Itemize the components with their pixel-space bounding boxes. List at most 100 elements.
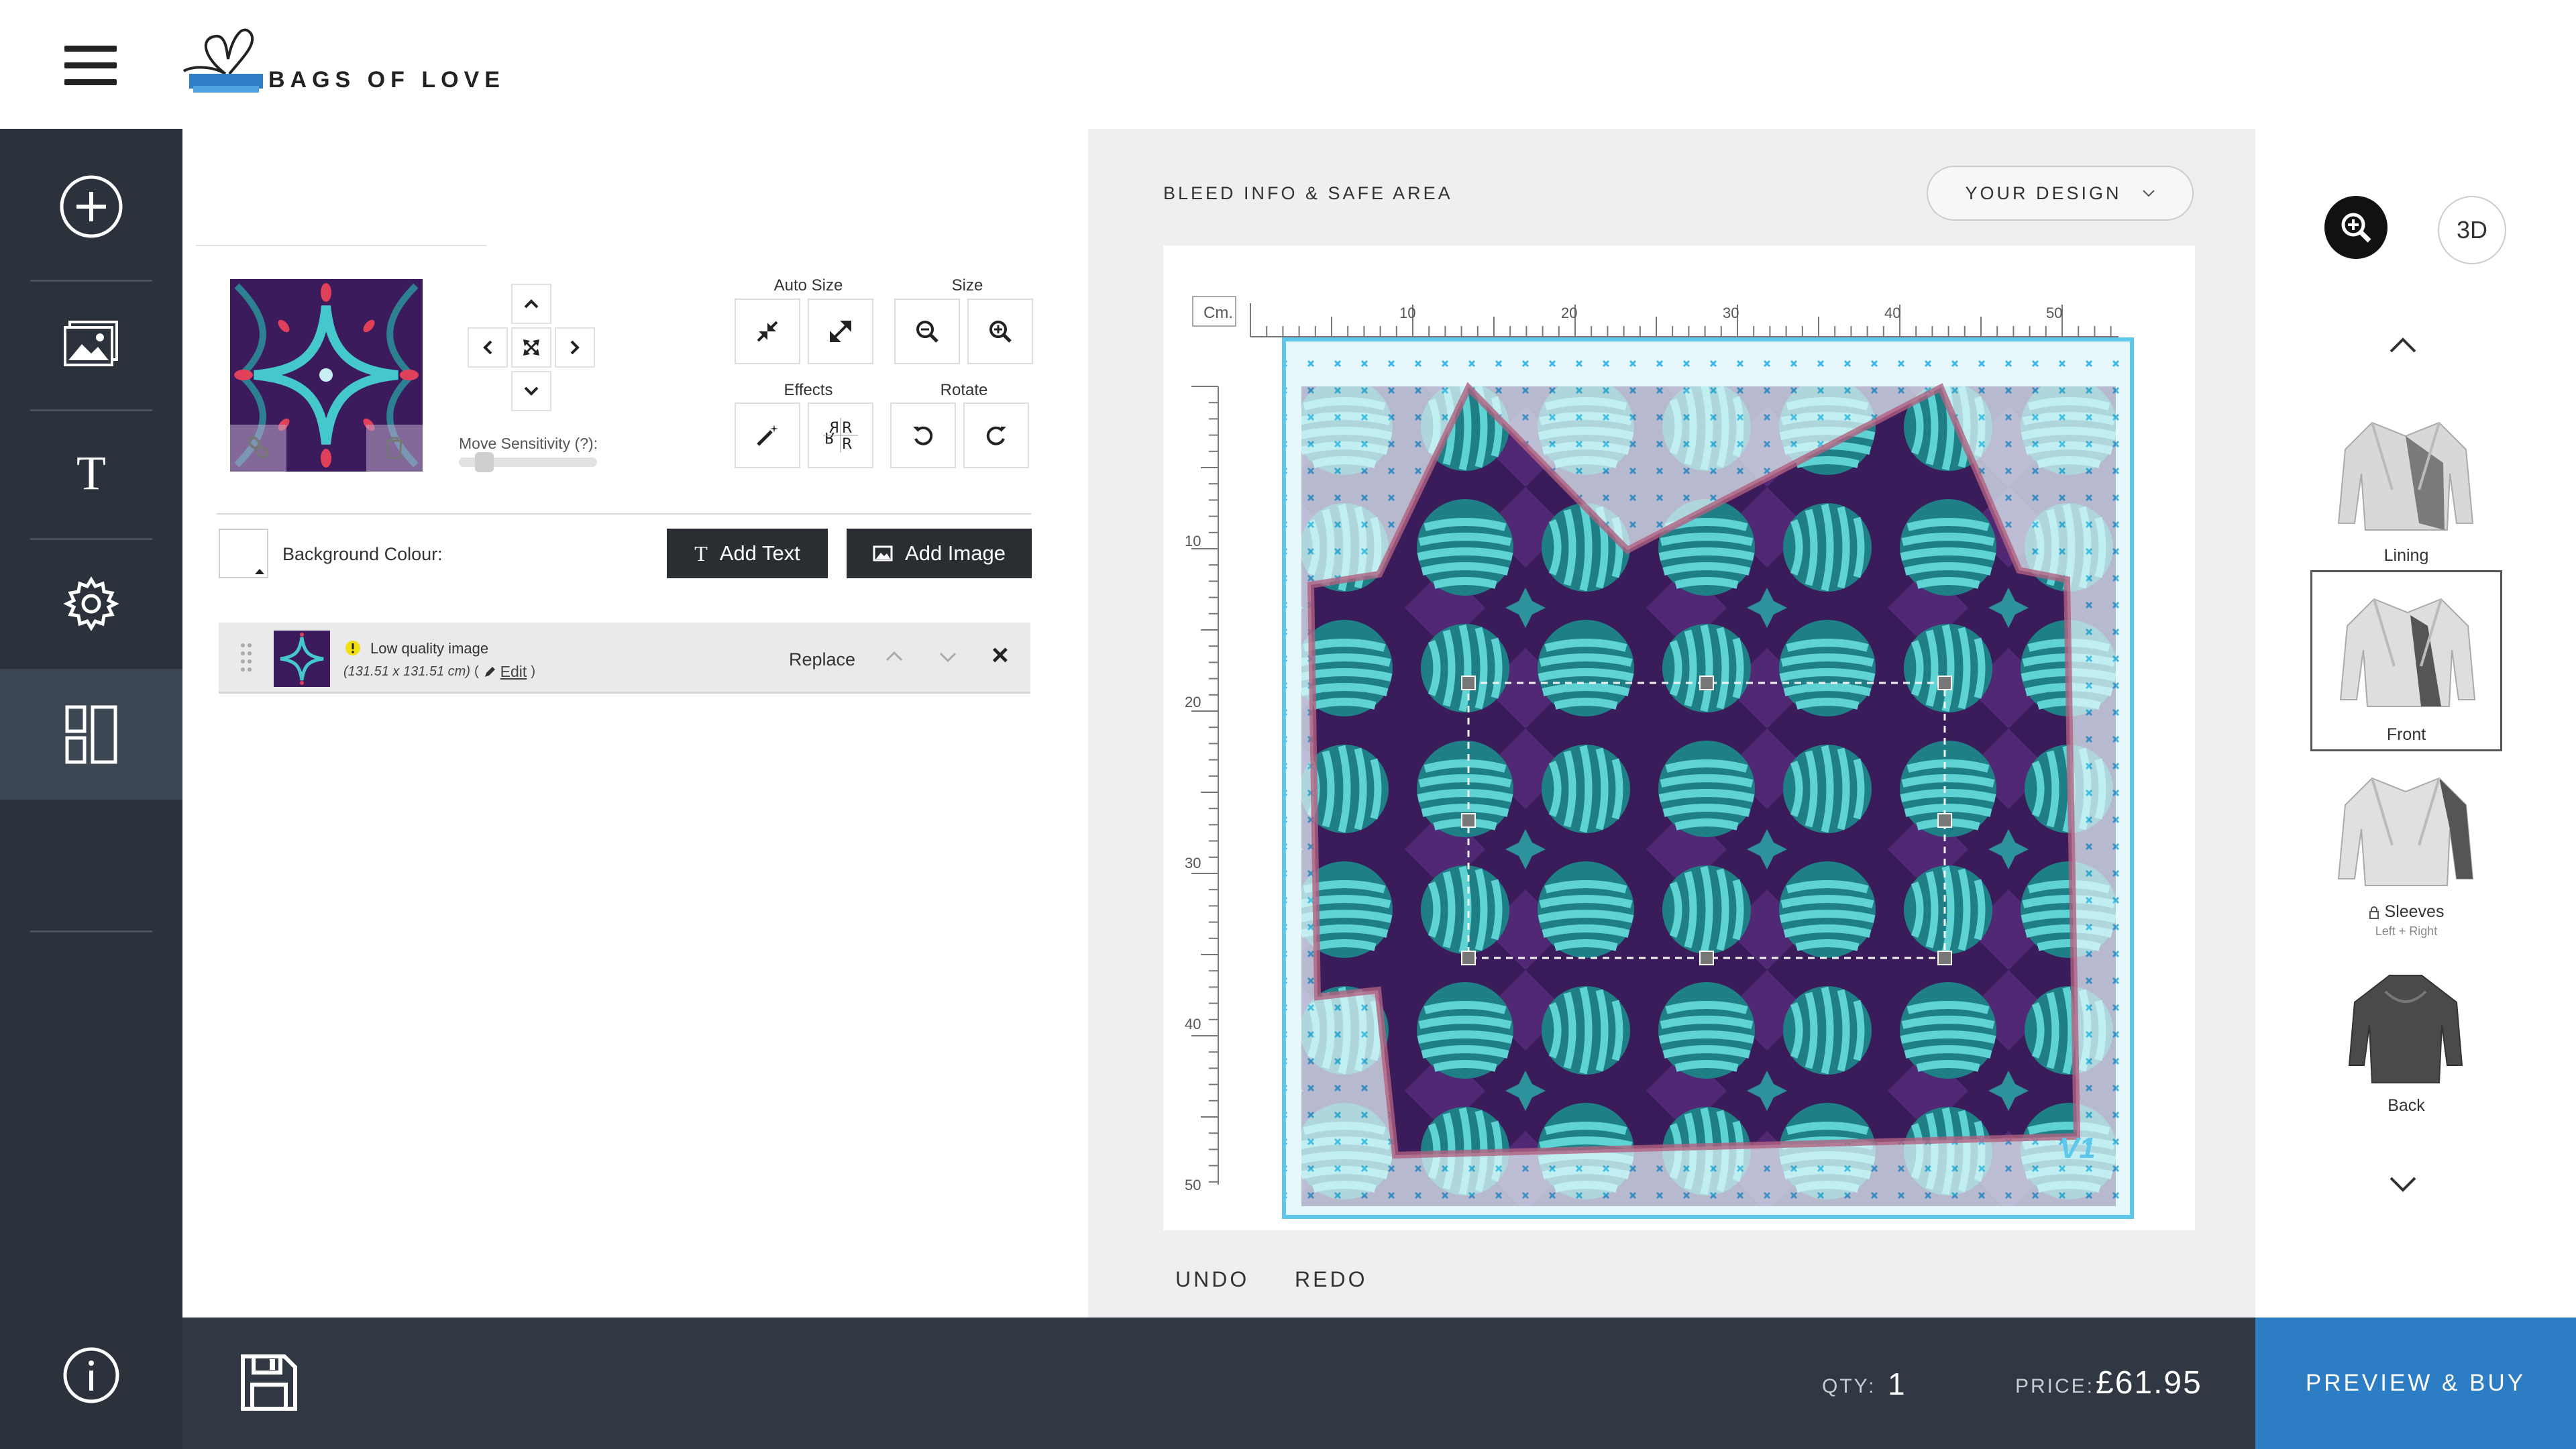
zoom-out-icon <box>916 321 938 343</box>
bleed-info-label[interactable]: BLEED INFO & SAFE AREA <box>1163 183 1453 204</box>
replace-button[interactable]: Replace <box>789 649 855 670</box>
design-canvas[interactable]: Cm. 10 20 30 40 50 10 20 30 40 50 V1 <box>1163 246 2195 1230</box>
rotate-left-button[interactable] <box>890 402 956 468</box>
link-button[interactable] <box>230 425 286 472</box>
auto-size-fill-button[interactable] <box>808 299 873 364</box>
text-tool-button[interactable]: T <box>0 408 182 539</box>
effects-label: Effects <box>784 381 833 399</box>
settings-button[interactable] <box>0 538 182 669</box>
chevron-down-icon <box>2142 190 2155 197</box>
view-back-label: Back <box>2387 1096 2425 1115</box>
header: BAGS OF LOVE <box>0 0 2576 129</box>
design-view-select[interactable]: YOUR DESIGN <box>1927 166 2194 221</box>
remove-layer-button[interactable]: × <box>991 639 1009 672</box>
svg-text:R: R <box>842 420 852 437</box>
size-increase-button[interactable] <box>967 299 1033 364</box>
pencil-icon <box>484 666 495 677</box>
ruler-unit-label: Cm. <box>1203 304 1233 322</box>
3d-view-button[interactable]: 3D <box>2438 196 2506 264</box>
add-image-button[interactable]: Add Image <box>847 529 1032 578</box>
caret-icon <box>255 569 264 574</box>
price-label: PRICE: <box>2015 1375 2095 1397</box>
open-paren: ( <box>474 664 479 679</box>
scroll-up-icon[interactable] <box>2388 335 2418 354</box>
text-icon: T <box>76 446 106 500</box>
design-view-select-label: YOUR DESIGN <box>1965 182 2122 203</box>
layer-thumbnail <box>274 631 330 687</box>
ruler-top-label: 10 <box>1399 305 1415 321</box>
background-colour-label: Background Colour: <box>282 544 443 564</box>
move-layer-down-icon[interactable] <box>938 651 958 664</box>
brand-name: BAGS OF LOVE <box>268 67 505 93</box>
redo-button[interactable]: REDO <box>1295 1267 1367 1292</box>
undo-button[interactable]: UNDO <box>1175 1267 1249 1292</box>
jacket-sleeves-icon <box>2337 777 2474 886</box>
jacket-back-icon <box>2348 975 2463 1083</box>
view-back[interactable]: Back <box>2310 958 2502 1139</box>
qty-value[interactable]: 1 <box>1888 1366 1905 1402</box>
ruler-left-label: 10 <box>1185 533 1201 549</box>
view-front[interactable]: Front <box>2310 570 2502 751</box>
preview-buy-button[interactable]: PREVIEW & BUY <box>2255 1318 2576 1449</box>
flip-button[interactable]: RRRR <box>808 402 873 468</box>
view-sleeves[interactable]: Sleeves Left + Right <box>2310 771 2502 953</box>
add-element-button[interactable] <box>0 141 182 272</box>
add-text-button[interactable]: T Add Text <box>667 529 828 578</box>
move-layer-up-icon[interactable] <box>884 649 904 663</box>
link-icon <box>248 436 269 459</box>
qty-label: QTY: <box>1822 1375 1876 1397</box>
jacket-lining-icon <box>2337 421 2474 531</box>
hamburger-menu-icon[interactable] <box>64 46 117 86</box>
rotate-ccw-icon <box>913 426 933 445</box>
zoom-button[interactable] <box>2324 196 2387 259</box>
effects-button[interactable] <box>735 402 800 468</box>
ruler-left-label: 30 <box>1185 855 1201 871</box>
image-thumbnail[interactable] <box>230 279 423 472</box>
auto-size-fit-button[interactable] <box>735 299 800 364</box>
center-button[interactable] <box>511 327 551 368</box>
plus-circle-icon <box>60 175 123 237</box>
expand-arrows-icon <box>830 321 851 342</box>
version-mark: V1 <box>2059 1132 2096 1165</box>
trash-icon <box>386 437 403 460</box>
layer-row[interactable]: Low quality image (131.51 x 131.51 cm) (… <box>219 623 1030 694</box>
background-colour-swatch[interactable] <box>219 529 268 578</box>
info-button[interactable] <box>0 1315 182 1436</box>
shrink-arrows-icon <box>757 321 778 342</box>
scroll-down-icon[interactable] <box>2388 1175 2418 1194</box>
lock-icon <box>2369 906 2379 919</box>
chevron-left-icon <box>483 340 492 355</box>
view-lining[interactable]: Lining <box>2310 402 2502 584</box>
edit-link[interactable]: Edit <box>500 663 527 681</box>
view-lining-label: Lining <box>2383 546 2429 565</box>
ruler-left-label: 20 <box>1185 694 1201 710</box>
save-icon[interactable] <box>239 1352 299 1413</box>
move-up-button[interactable] <box>511 284 551 324</box>
rotate-right-button[interactable] <box>963 402 1029 468</box>
image-icon <box>873 545 893 561</box>
move-sensitivity-handle[interactable] <box>475 452 494 472</box>
size-decrease-button[interactable] <box>894 299 960 364</box>
move-down-button[interactable] <box>511 371 551 411</box>
delete-image-button[interactable] <box>366 425 423 472</box>
info-icon <box>63 1347 119 1403</box>
view-sleeves-label: Sleeves <box>2384 902 2445 921</box>
svg-text:R: R <box>842 436 852 453</box>
image-icon <box>64 320 118 366</box>
chevron-down-icon <box>524 386 539 396</box>
zoom-in-icon <box>2341 213 2371 243</box>
layout-button[interactable] <box>0 669 182 800</box>
text-icon: T <box>694 541 708 566</box>
auto-size-label: Auto Size <box>773 276 843 294</box>
ruler-left-label: 40 <box>1185 1016 1201 1032</box>
zoom-in-icon <box>989 321 1012 343</box>
ruler-top-label: 40 <box>1884 305 1900 321</box>
images-button[interactable] <box>0 278 182 409</box>
layout-icon <box>65 705 117 763</box>
rotate-label: Rotate <box>940 381 988 399</box>
ruler-top-label: 50 <box>2046 305 2062 321</box>
move-right-button[interactable] <box>555 327 595 368</box>
rotate-cw-icon <box>986 426 1006 445</box>
drag-handle-icon[interactable] <box>240 641 252 674</box>
move-left-button[interactable] <box>468 327 508 368</box>
